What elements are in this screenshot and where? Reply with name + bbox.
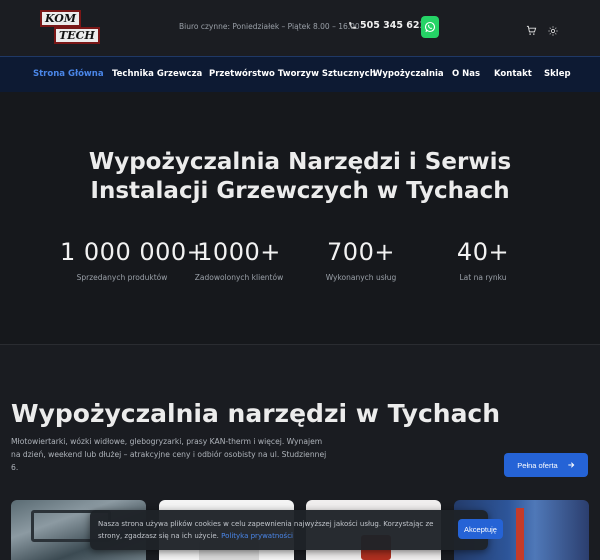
stat-label: Wykonanych usług (325, 273, 397, 282)
full-offer-label: Pełna oferta (517, 460, 558, 470)
nav-item-plastics[interactable]: Przetwórstwo Tworzyw Sztucznych (209, 69, 376, 79)
stat-value: 40+ (456, 238, 510, 266)
stat-label: Lat na rynku (459, 273, 507, 282)
nav-item-home[interactable]: Strona Główna (33, 69, 104, 79)
office-hours: Biuro czynne: Poniedziałek – Piątek 8.00… (179, 22, 360, 31)
cart-icon[interactable] (526, 21, 537, 40)
hero-title-line1: Wypożyczalnia Narzędzi i Serwis (88, 149, 512, 175)
full-offer-button[interactable]: Pełna oferta (504, 453, 588, 477)
stat-label: Sprzedanych produktów (76, 273, 168, 282)
nav-item-heating[interactable]: Technika Grzewcza (112, 69, 202, 79)
phone-link[interactable]: 505 345 621 (348, 20, 426, 31)
hero-title-line2: Instalacji Grzewczych w Tychach (90, 178, 510, 204)
theme-toggle-sun-icon[interactable] (548, 21, 558, 40)
stat-products: 1 000 000+ Sprzedanych produktów (60, 238, 208, 282)
logo[interactable]: KOM TECH (40, 10, 100, 45)
nav-item-contact[interactable]: Kontakt (494, 69, 532, 79)
stat-value: 1 000 000+ (60, 238, 208, 266)
hero-title: Wypożyczalnia Narzędzi i Serwis Instalac… (0, 148, 600, 206)
privacy-policy-link[interactable]: Polityka prywatności (221, 532, 293, 540)
phone-number: 505 345 621 (360, 20, 427, 31)
logo-kom: KOM (40, 10, 82, 27)
top-bar: KOM TECH Biuro czynne: Poniedziałek – Pi… (0, 0, 600, 56)
rental-description: Młotowiertarki, wózki widłowe, glebogryz… (11, 437, 327, 472)
phone-icon (349, 22, 356, 29)
stat-label: Zadowolonych klientów (194, 273, 284, 282)
main-nav: Strona Główna Technika Grzewcza Przetwór… (0, 56, 600, 92)
cookie-banner: Nasza strona używa plików cookies w celu… (90, 510, 503, 550)
rental-title: Wypożyczalnia narzędzi w Tychach (11, 399, 501, 428)
logo-tech: TECH (54, 27, 100, 44)
stat-years: 40+ Lat na rynku (433, 238, 533, 282)
stat-value: 700+ (327, 238, 395, 266)
hero-section: Wypożyczalnia Narzędzi i Serwis Instalac… (0, 92, 600, 345)
arrow-right-icon (568, 462, 575, 468)
accept-cookies-button[interactable]: Akceptuję (458, 519, 503, 539)
equipment-image (516, 508, 524, 560)
whatsapp-button[interactable] (421, 16, 439, 38)
stat-services: 700+ Wykonanych usług (311, 238, 411, 282)
nav-item-about[interactable]: O Nas (452, 69, 480, 79)
stat-clients: 1000+ Zadowolonych klientów (189, 238, 289, 282)
nav-item-shop[interactable]: Sklep (544, 69, 571, 79)
stat-value: 1000+ (197, 238, 281, 266)
whatsapp-icon (424, 21, 436, 33)
nav-item-rental[interactable]: Wypożyczalnia (373, 69, 444, 79)
cookie-text: Nasza strona używa plików cookies w celu… (98, 518, 450, 542)
